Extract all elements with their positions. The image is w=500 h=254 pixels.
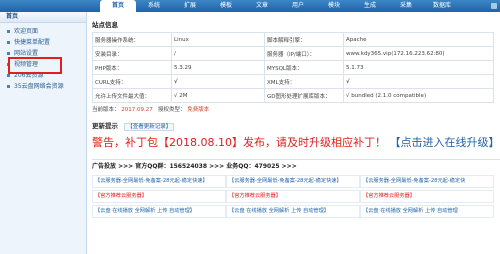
table-row: 允许上传文件最大值： √ 2M GD图形处理扩展库版本： √ bundled (…: [92, 88, 494, 103]
ad-grid: 【云服务器-全网最低-免备案-28元起-稳定快速】 【云服务器-全网最低-免备案…: [92, 175, 500, 218]
main-nav: 首页 系统 扩展 模板 文章 用户 模块 生成 采集 数据库: [100, 0, 460, 12]
site-info-title: 站点信息: [92, 21, 118, 29]
check-icon: √: [343, 74, 494, 89]
table-cell: /: [171, 46, 265, 61]
online-upgrade-link[interactable]: 【点击进入在线升级】【点击: [389, 136, 500, 149]
update-title: 更新提示: [92, 122, 118, 130]
ad-header: 广告投放 >>> 官方QQ群：156524038 >>> 业务QQ：479025…: [92, 159, 500, 172]
version-value: 2017.09.27: [121, 107, 153, 113]
table-cell: √ bundled (2.1.0 compatible): [343, 88, 494, 103]
table-cell: XML支持：: [264, 74, 344, 89]
table-cell: 服务器（IP/端口）：: [264, 46, 344, 61]
warning-text: 警告，补丁包【2018.08.10】发布，请及时升级相应补丁！: [92, 136, 386, 149]
nav-tab-template[interactable]: 模板: [208, 0, 244, 12]
sidebar-item-label: 网站设置: [14, 50, 39, 57]
nav-tab-system[interactable]: 系统: [136, 0, 172, 12]
table-row: PHP版本： 5.3.29 MYSQL版本： 5.1.73: [92, 60, 494, 75]
bullet-icon: [7, 85, 10, 88]
update-warning: 警告，补丁包【2018.08.10】发布，请及时升级相应补丁！ 【点击进入在线升…: [92, 135, 500, 151]
check-icon: √: [171, 74, 265, 89]
table-cell: √ 2M: [171, 88, 265, 103]
site-info-table: 服务器操作系统： Linux 脚本解释引擎： Apache 安装目录： / 服务…: [92, 32, 494, 103]
main-content: 站点信息 服务器操作系统： Linux 脚本解释引擎： Apache 安装目录：…: [92, 20, 500, 218]
table-cell: PHP版本：: [92, 60, 172, 75]
ad-link[interactable]: 【云盘 在线播放 全网解析 上传 自动管理】: [92, 205, 226, 218]
update-log-link[interactable]: 【查看更新记录】: [124, 123, 175, 131]
version-line: 当前版本： 2017.09.27 授权类型： 免费版本: [92, 105, 500, 115]
ad-link[interactable]: 【官方推荐云服务器】: [92, 190, 226, 203]
ad-link[interactable]: 【云服务器-全网最低-免备案-28元起-稳定快速】: [92, 175, 226, 188]
table-cell: 安装目录：: [92, 46, 172, 61]
license-label: 授权类型：: [158, 107, 186, 113]
ad-link[interactable]: 【官方推荐云服务器】: [360, 190, 494, 203]
highlight-box: [8, 57, 62, 74]
table-cell: GD图形处理扩展库版本：: [264, 88, 344, 103]
nav-tab-database[interactable]: 数据库: [424, 0, 460, 12]
nav-tab-article[interactable]: 文章: [244, 0, 280, 12]
sidebar-title: 首页: [0, 12, 86, 23]
table-cell: www.kdy365.vip(172.16.223.62:80): [343, 46, 494, 61]
table-row: CURL支持： √ XML支持： √: [92, 74, 494, 89]
table-cell: 5.1.73: [343, 60, 494, 75]
nav-tab-extend[interactable]: 扩展: [172, 0, 208, 12]
nav-tab-user[interactable]: 用户: [280, 0, 316, 12]
table-row: 服务器操作系统： Linux 脚本解释引擎： Apache: [92, 32, 494, 47]
table-cell: Apache: [343, 32, 494, 47]
table-cell: 脚本解释引擎：: [264, 32, 344, 47]
ad-link[interactable]: 【云服务器-全网最低-免备案-28元起-稳定快: [360, 175, 494, 188]
bullet-icon: [7, 74, 10, 77]
nav-tab-generate[interactable]: 生成: [352, 0, 388, 12]
table-cell: 5.3.29: [171, 60, 265, 75]
bullet-icon: [7, 30, 10, 33]
window-control-icon[interactable]: [491, 3, 497, 9]
table-cell: Linux: [171, 32, 265, 47]
ad-link[interactable]: 【官方推荐云服务器】: [226, 190, 360, 203]
nav-tab-module[interactable]: 模块: [316, 0, 352, 12]
top-nav-bar: 首页 系统 扩展 模板 文章 用户 模块 生成 采集 数据库: [0, 0, 500, 12]
license-value: 免费版本: [187, 107, 210, 113]
ad-link[interactable]: 【云服务器-全网最低-免备案-28元起-稳定快速】: [226, 175, 360, 188]
table-cell: 允许上传文件最大值：: [92, 88, 172, 103]
nav-tab-collect[interactable]: 采集: [388, 0, 424, 12]
version-label: 当前版本：: [92, 107, 120, 113]
sidebar-item-label: 欢迎页面: [14, 28, 39, 35]
bullet-icon: [7, 41, 10, 44]
sidebar: 首页 欢迎页面 快捷菜单配置 网站设置 视频管理 206云资源 35云盘网络会资…: [0, 12, 87, 254]
update-section: 更新提示 【查看更新记录】: [92, 121, 500, 131]
nav-tab-home[interactable]: 首页: [100, 0, 136, 12]
ad-link[interactable]: 【云盘 在线播放 全网解析 上传 自动管理】: [226, 205, 360, 218]
table-cell: CURL支持：: [92, 74, 172, 89]
sidebar-item-label: 快捷菜单配置: [14, 39, 51, 46]
sidebar-item-welcome[interactable]: 欢迎页面: [0, 26, 86, 37]
sidebar-item-label: 35云盘网络会资源: [14, 83, 64, 90]
ad-link[interactable]: 【云盘 在线播放 全网解析 上传 自动管理: [360, 205, 494, 218]
table-cell: 服务器操作系统：: [92, 32, 172, 47]
sidebar-item-shortcut-menu[interactable]: 快捷菜单配置: [0, 37, 86, 48]
table-row: 安装目录： / 服务器（IP/端口）： www.kdy365.vip(172.1…: [92, 46, 494, 61]
bullet-icon: [7, 52, 10, 55]
table-cell: MYSQL版本：: [264, 60, 344, 75]
sidebar-item-35-cloud[interactable]: 35云盘网络会资源: [0, 81, 86, 92]
